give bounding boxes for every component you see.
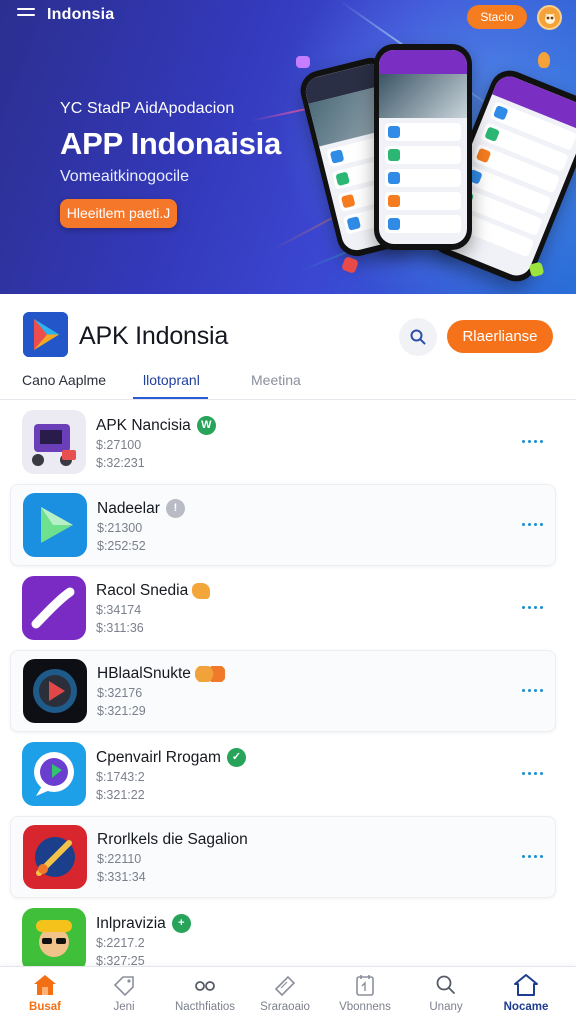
app-title: APK Indonsia: [79, 322, 229, 350]
active-tab-indicator: [133, 397, 208, 399]
app-icon-chat-bubble: [22, 742, 86, 806]
verified-badge-icon: W: [196, 416, 216, 435]
app-size: $:32176: [97, 686, 143, 701]
app-size: $:21300: [97, 521, 143, 535]
app-info: Racol Snedia $:34174 $:311:36: [96, 582, 211, 636]
more-options-icon[interactable]: [522, 849, 543, 863]
app-icon-sword-badge: [23, 825, 87, 889]
ticket-icon: [274, 975, 296, 997]
nav-label: Unany: [429, 1001, 463, 1013]
more-options-icon[interactable]: [522, 683, 543, 697]
home-icon: [34, 975, 56, 995]
search-icon: [410, 329, 426, 345]
hero-kicker: YC StadP AidApodacion: [60, 100, 235, 117]
calendar-icon: [356, 975, 374, 996]
app-downloads: $:331:34: [97, 870, 146, 885]
app-name: Racol Snedia: [96, 582, 189, 599]
profile-avatar[interactable]: [537, 5, 562, 30]
app-name: Inlpravizia: [96, 914, 166, 932]
menu-icon[interactable]: [17, 8, 35, 22]
app-icon-play-arrow: [23, 493, 87, 557]
search-icon: [436, 975, 455, 994]
info-badge-icon: !: [165, 499, 185, 518]
nav-calendar[interactable]: Vbonnens: [325, 973, 405, 1013]
tab-popular[interactable]: llotopranl: [143, 372, 200, 388]
release-button[interactable]: Rlaerlianse: [447, 320, 553, 353]
app-icon-purple-brush: [22, 576, 86, 640]
nav-notifications[interactable]: Nacthfiatios: [165, 973, 245, 1013]
app-downloads: $:32:231: [96, 456, 145, 470]
plus-badge-icon: +: [171, 914, 191, 933]
hero-cta-button[interactable]: Hleeitlem paeti.J: [60, 199, 177, 228]
hero-title: APP Indonaisia: [60, 126, 281, 161]
top-bar: Indonsia Stacio: [0, 0, 576, 34]
app-name: Cpenvairl Rrogam: [96, 748, 221, 766]
nav-search[interactable]: Unany: [406, 973, 486, 1013]
phone-mockup-center: [374, 44, 472, 250]
list-item[interactable]: Cpenvairl Rrogam ✓ $:1743:2 $:321:22: [0, 734, 576, 816]
app-info: Nadeelar! $:21300 $:252:52: [97, 499, 185, 554]
app-downloads: $:321:29: [97, 704, 146, 719]
list-item[interactable]: Rrorlkels die Sagalion $:22110 $:331:34: [10, 816, 556, 898]
app-downloads: $:252:52: [97, 539, 146, 553]
owl-icon: [545, 13, 555, 24]
app-size: $:2217.2: [96, 936, 145, 950]
nav-label: Sraraoaio: [260, 1001, 310, 1013]
top-action-button[interactable]: Stacio: [467, 5, 527, 29]
list-item[interactable]: Nadeelar! $:21300 $:252:52: [10, 484, 556, 566]
cookie-emoji-icon: [194, 666, 225, 682]
hand-emoji-icon: [192, 583, 211, 599]
app-info: APK Nancisia W $:27100 $:32:231: [96, 416, 216, 471]
search-button[interactable]: [399, 318, 437, 356]
brand-name: Indonsia: [47, 6, 115, 23]
app-name: Rrorlkels die Sagalion: [97, 831, 248, 848]
tab-apps[interactable]: Cano Aaplme: [22, 372, 106, 388]
nav-label: Vbonnens: [339, 1001, 391, 1013]
app-size: $:27100: [96, 438, 142, 452]
more-options-icon[interactable]: [522, 766, 543, 780]
floating-chip-icon: [296, 56, 310, 68]
list-item[interactable]: APK Nancisia W $:27100 $:32:231: [0, 402, 576, 484]
nav-label: Nacthfiatios: [174, 1001, 236, 1013]
list-item[interactable]: HBlaalSnukte $:32176 $:321:29: [10, 650, 556, 732]
nav-label: Busaf: [29, 1001, 61, 1013]
app-name: Nadeelar: [97, 499, 160, 517]
app-size: $:34174: [96, 603, 142, 618]
play-logo-icon: [23, 312, 68, 357]
nav-search-ticket[interactable]: Sraraoaio: [245, 973, 325, 1013]
list-item[interactable]: Racol Snedia $:34174 $:311:36: [0, 568, 576, 650]
app-name: HBlaalSnukte: [97, 665, 191, 682]
more-options-icon[interactable]: [522, 434, 543, 448]
tab-bar: Cano Aaplme llotopranl Meetina: [0, 362, 576, 400]
hero-subtitle: Vomeaitkinogocile: [60, 168, 189, 185]
nav-account[interactable]: Nocame: [486, 973, 566, 1013]
app-icon-purple-machine: [22, 410, 86, 474]
more-options-icon[interactable]: [522, 517, 543, 531]
house-outline-icon: [514, 974, 538, 996]
nav-label: Jeni: [113, 1001, 135, 1013]
nav-genre[interactable]: Jeni: [84, 973, 164, 1013]
app-downloads: $:311:36: [96, 621, 144, 636]
bottom-navigation: Busaf Jeni Nacthfiatios Sraraoaio Vbonne…: [0, 966, 576, 1024]
nav-label: Nocame: [503, 1001, 549, 1013]
nav-home[interactable]: Busaf: [5, 973, 85, 1013]
app-info: Rrorlkels die Sagalion $:22110 $:331:34: [97, 831, 248, 885]
more-options-icon[interactable]: [522, 600, 543, 614]
app-size: $:1743:2: [96, 770, 145, 784]
app-icon-character: [22, 908, 86, 972]
check-badge-icon: ✓: [226, 748, 246, 767]
app-info: Cpenvairl Rrogam ✓ $:1743:2 $:321:22: [96, 748, 246, 803]
app-info: Inlpravizia + $:2217.2 $:327:25: [96, 914, 191, 969]
hero-banner: Indonsia Stacio YC StadP AidApodacion AP…: [0, 0, 576, 294]
link-icon: [195, 981, 215, 991]
floating-chip-icon: [538, 52, 550, 68]
app-info: HBlaalSnukte $:32176 $:321:29: [97, 665, 225, 719]
app-size: $:22110: [97, 852, 142, 867]
tag-icon: [113, 976, 134, 997]
tab-meeting[interactable]: Meetina: [251, 372, 301, 388]
app-downloads: $:321:22: [96, 788, 145, 802]
app-name: APK Nancisia: [96, 416, 191, 434]
app-icon-dark-play: [23, 659, 87, 723]
